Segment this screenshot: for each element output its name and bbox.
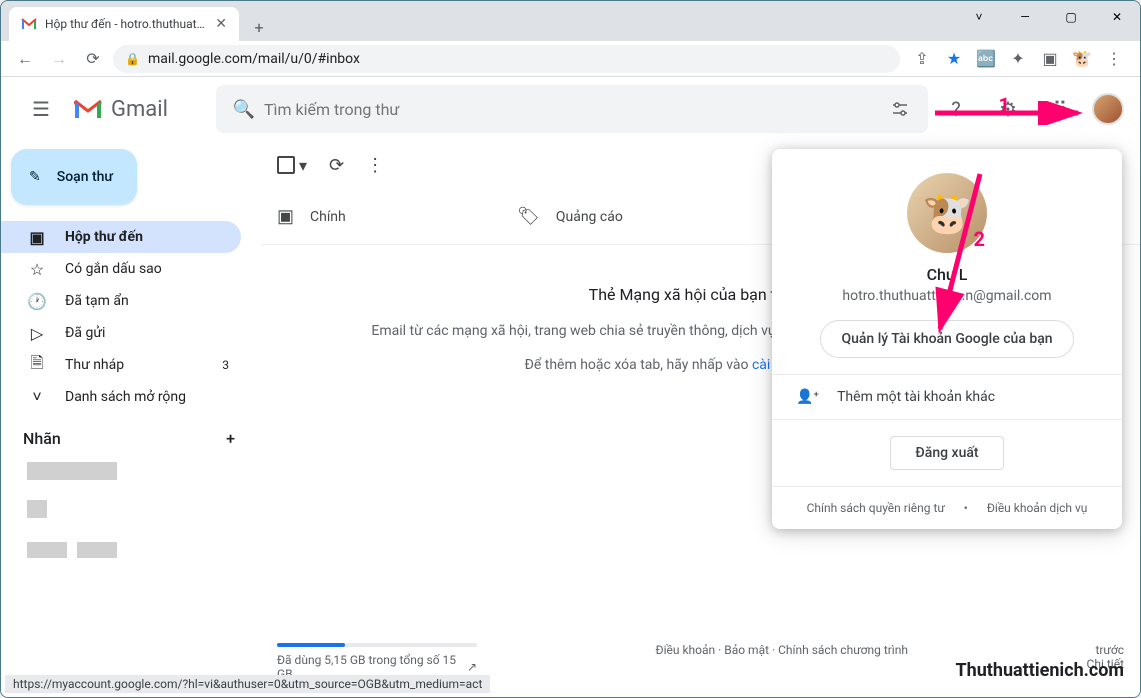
browser-nav-bar: ← → ⟳ 🔒 mail.google.com/mail/u/0/#inbox … [1,41,1140,77]
tab-primary[interactable]: ▣ Chính [261,189,441,244]
account-avatar[interactable] [1092,93,1124,125]
tab-close-button[interactable]: ✕ [215,16,227,32]
signout-button[interactable]: Đăng xuất [890,436,1003,470]
sidebar: ✎ Soạn thư ▣ Hộp thư đến ☆ Có gắn dấu sa… [1,141,257,697]
add-label-button[interactable]: + [226,429,235,448]
gmail-logo-icon [73,98,103,120]
draft-icon: 🗎 [27,352,47,379]
sidebar-label: Đã tạm ẩn [65,293,229,309]
label-placeholder [27,500,47,518]
labels-section-header: Nhãn + [1,413,257,456]
person-add-icon: 👤⁺ [796,389,819,405]
footer-links[interactable]: Điều khoản · Bảo mật · Chính sách chương… [477,643,1087,657]
profile-avatar-icon[interactable]: 🐮 [1070,47,1094,71]
sidebar-label: Danh sách mở rộng [65,389,229,405]
sidebar-item-more[interactable]: ˅ Danh sách mở rộng [1,381,241,413]
sidebar-item-inbox[interactable]: ▣ Hộp thư đến [1,221,241,253]
privacy-link[interactable]: Chính sách quyền riêng tư [807,501,945,515]
window-down-button[interactable]: ˅ [956,1,1002,33]
window-close-button[interactable]: ✕ [1094,1,1140,33]
back-button[interactable]: ← [11,45,39,73]
window-controls: ˅ — ▢ ✕ [956,1,1140,33]
new-tab-button[interactable]: + [245,13,273,41]
watermark: Thuthuattienich.com [955,660,1124,681]
sidebar-item-drafts[interactable]: 🗎 Thư nháp 3 [1,349,241,381]
tab-label: Quảng cáo [556,209,623,225]
more-menu-button[interactable]: ⋮ [366,155,384,176]
window-minimize-button[interactable]: — [1002,1,1048,33]
terms-link[interactable]: Điều khoản dịch vụ [987,501,1088,515]
compose-label: Soạn thư [57,169,113,185]
labels-title: Nhãn [23,429,61,448]
clock-icon: 🕐 [27,292,47,311]
chevron-down-icon: ˅ [27,387,47,407]
refresh-button[interactable]: ⟳ [329,155,344,176]
translate-icon[interactable]: 🔤 [974,47,998,71]
search-icon: 🔍 [224,99,264,120]
tab-title: Hộp thư đến - hotro.thuthuattien... [45,17,207,31]
lock-icon: 🔒 [125,52,140,66]
browser-status-bar: https://myaccount.google.com/?hl=vi&auth… [5,675,490,693]
label-placeholder [27,462,117,480]
reload-button[interactable]: ⟳ [79,45,107,73]
browser-menu-icon[interactable]: ⋮ [1102,47,1126,71]
forward-button[interactable]: → [45,45,73,73]
sidebar-label: Hộp thư đến [65,229,229,245]
search-options-icon[interactable] [880,99,920,119]
popup-footer: Chính sách quyền riêng tư • Điều khoản d… [772,487,1122,529]
extensions-icon[interactable]: ✦ [1006,47,1030,71]
main-menu-button[interactable]: ☰ [17,85,65,133]
drafts-count: 3 [222,358,229,372]
extension-box-icon[interactable]: ▣ [1038,47,1062,71]
search-box[interactable]: 🔍 [216,85,928,133]
sidebar-label: Thư nháp [65,357,204,373]
open-link-icon[interactable]: ↗ [467,660,477,674]
search-input[interactable] [264,100,880,119]
compose-button[interactable]: ✎ Soạn thư [11,149,137,205]
browser-tab[interactable]: Hộp thư đến - hotro.thuthuattien... ✕ [9,7,239,41]
star-icon: ☆ [27,260,47,279]
select-all-checkbox[interactable]: ▾ [277,156,307,175]
dropdown-icon: ▾ [299,156,307,175]
label-placeholder [77,542,117,558]
sidebar-label: Đã gửi [65,325,229,341]
add-account-button[interactable]: 👤⁺ Thêm một tài khoản khác [772,375,1122,420]
annotation-arrow-2 [930,169,990,339]
label-placeholder [27,542,67,558]
sidebar-item-snoozed[interactable]: 🕐 Đã tạm ẩn [1,285,241,317]
tab-promotions[interactable]: 🏷 Quảng cáo [501,189,681,244]
url-text: mail.google.com/mail/u/0/#inbox [148,51,360,67]
url-bar[interactable]: 🔒 mail.google.com/mail/u/0/#inbox [113,45,900,73]
share-icon[interactable]: ⇪ [910,47,934,71]
bookmark-star-icon[interactable]: ★ [942,47,966,71]
add-account-label: Thêm một tài khoản khác [837,389,995,405]
tab-label: Chính [310,209,346,225]
sidebar-item-starred[interactable]: ☆ Có gắn dấu sao [1,253,241,285]
window-maximize-button[interactable]: ▢ [1048,1,1094,33]
inbox-tab-icon: ▣ [277,206,294,227]
tag-icon: 🏷 [517,206,540,227]
annotation-arrow-1 [930,101,1090,125]
gmail-logo[interactable]: Gmail [73,97,168,122]
inbox-icon: ▣ [27,228,47,247]
sidebar-item-sent[interactable]: ▷ Đã gửi [1,317,241,349]
pencil-icon: ✎ [29,169,41,185]
gmail-logo-text: Gmail [111,97,168,122]
sidebar-label: Có gắn dấu sao [65,261,229,277]
send-icon: ▷ [27,324,47,343]
gmail-favicon [21,16,37,32]
